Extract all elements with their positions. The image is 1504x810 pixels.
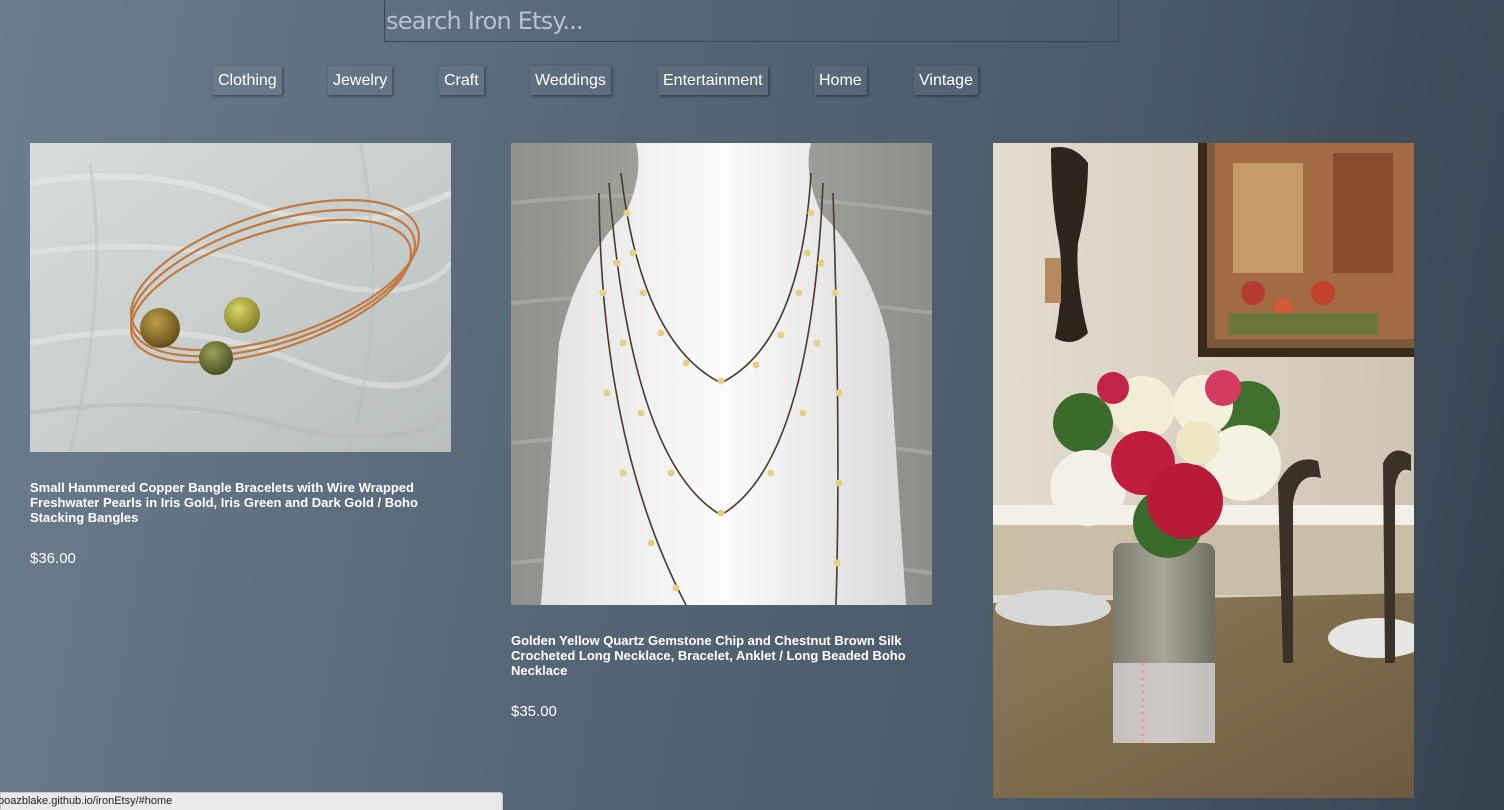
nav-item-jewelry[interactable]: Jewelry [328,66,393,95]
product-image-copper-bangles[interactable] [30,143,451,452]
nav-item-entertainment[interactable]: Entertainment [658,66,768,95]
category-nav: Clothing Jewelry Craft Weddings Entertai… [0,66,1504,96]
product-image-floral-centerpiece[interactable] [993,143,1414,798]
nav-item-home[interactable]: Home [814,66,867,95]
product-title[interactable]: Small Hammered Copper Bangle Bracelets w… [30,480,440,525]
search-input[interactable] [384,0,1119,42]
nav-item-weddings[interactable]: Weddings [530,66,611,95]
product-card[interactable]: Small Hammered Copper Bangle Bracelets w… [30,143,451,567]
browser-status-url: boazblake.github.io/ironEtsy/#home [0,792,503,810]
product-price: $35.00 [511,703,557,720]
nav-item-vintage[interactable]: Vintage [914,66,978,95]
product-price: $36.00 [30,550,76,567]
nav-item-clothing[interactable]: Clothing [213,66,282,95]
product-title[interactable]: Golden Yellow Quartz Gemstone Chip and C… [511,633,921,678]
product-image-quartz-necklace[interactable] [511,143,932,605]
product-card[interactable] [993,143,1414,798]
nav-item-craft[interactable]: Craft [439,66,484,95]
product-card[interactable]: Golden Yellow Quartz Gemstone Chip and C… [511,143,932,720]
